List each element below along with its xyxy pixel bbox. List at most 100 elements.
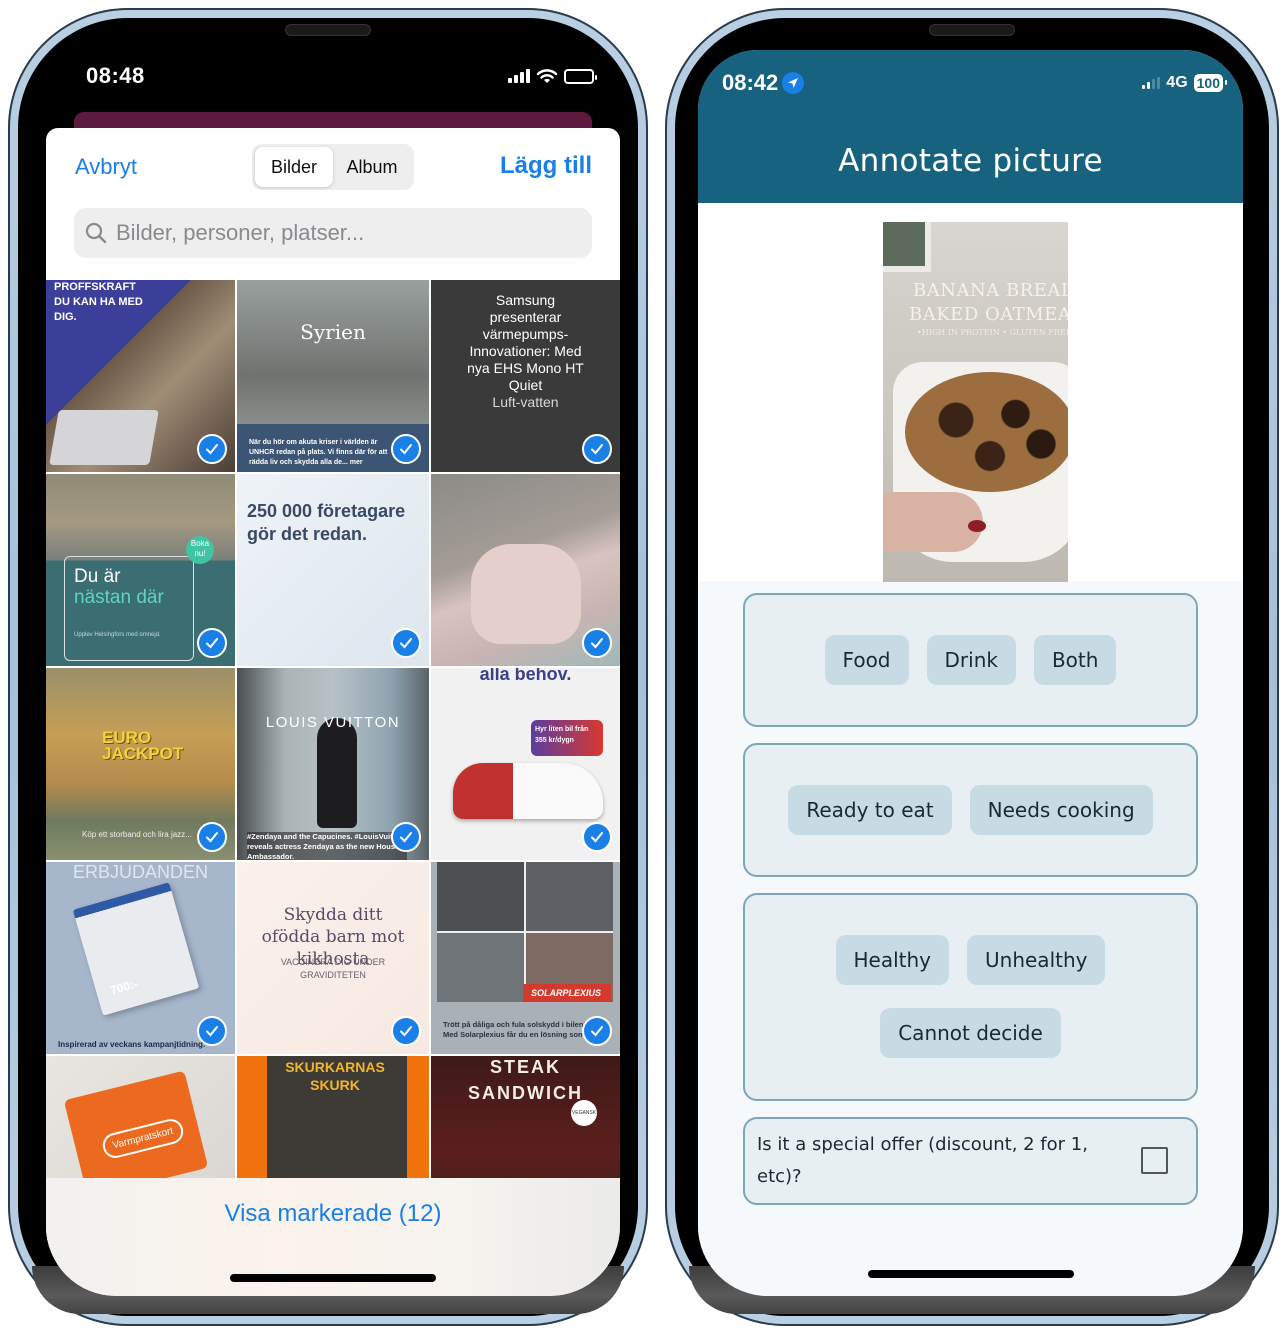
photo-caption: alla behov. (479, 668, 572, 684)
question-card-special-offer: Is it a special offer (discount, 2 for 1… (743, 1117, 1198, 1205)
segmented-control: Bilder Album (252, 144, 414, 190)
photo-tile[interactable]: ERBJUDANDEN 700:- Inspirerad av veckans … (46, 862, 235, 1054)
battery-icon: 100 (1193, 74, 1228, 92)
left-phone-frame: 08:48 Avbryt Bilder Album Lägg till Bild… (8, 8, 648, 1326)
photo-badge: Boka nu! (186, 536, 214, 564)
annotation-questions: Food Drink Both Ready to eat Needs cooki… (743, 593, 1198, 1296)
photo-caption: ERBJUDANDEN (72, 862, 209, 882)
selected-checkmark-icon[interactable] (197, 1016, 227, 1046)
photo-subcaption: #Zendaya and the Capucines. #LouisVuitto… (247, 832, 407, 860)
photo-caption: Syrien (300, 320, 366, 344)
tab-albums[interactable]: Album (333, 147, 411, 187)
option-cannot-decide-button[interactable]: Cannot decide (880, 1008, 1061, 1058)
page-title: Annotate picture (838, 143, 1103, 179)
selected-checkmark-icon[interactable] (391, 1016, 421, 1046)
selected-checkmark-icon[interactable] (391, 822, 421, 852)
question-card-type: Food Drink Both (743, 593, 1198, 727)
photo-caption: STEAK SANDWICH (468, 1057, 583, 1103)
option-drink-button[interactable]: Drink (926, 635, 1016, 685)
app-header: 08:42 4G 100 Annotate picture (698, 50, 1243, 203)
photo-badge: VEGANSK (571, 1100, 597, 1126)
photo-subcaption: Hyr liten bil från 355 kr/dygn (531, 720, 603, 756)
selected-checkmark-icon[interactable] (391, 434, 421, 464)
annotate-screen: 08:42 4G 100 Annotate picture BANANA BRE… (698, 50, 1243, 1296)
photo-subcaption: VACCINERA DIG UNDER GRAVIDITETEN (280, 957, 386, 980)
photo-caption: EURO JACKPOT (102, 728, 184, 763)
search-field[interactable] (74, 208, 592, 258)
option-healthy-button[interactable]: Healthy (835, 935, 950, 985)
bottom-toolbar: Visa markerade (12) (46, 1178, 620, 1296)
question-card-health: Healthy Unhealthy Cannot decide (743, 893, 1198, 1101)
selected-checkmark-icon[interactable] (197, 822, 227, 852)
photo-picker-sheet: Avbryt Bilder Album Lägg till PROFFSKRAF… (46, 128, 620, 1296)
status-bar: 08:48 (86, 56, 597, 96)
cellular-signal-icon (508, 69, 530, 83)
special-offer-checkbox[interactable] (1141, 1147, 1168, 1174)
option-food-button[interactable]: Food (824, 635, 909, 685)
option-ready-to-eat-button[interactable]: Ready to eat (788, 785, 952, 835)
add-button[interactable]: Lägg till (500, 152, 592, 180)
speaker-grille (929, 24, 1015, 36)
photo-tile[interactable]: Skydda ditt ofödda barn mot kikhosta VAC… (237, 862, 429, 1054)
photo-caption: SOLARPLEXIUS (523, 984, 611, 1002)
option-both-button[interactable]: Both (1033, 635, 1117, 685)
photo-picker-screen: 08:48 Avbryt Bilder Album Lägg till Bild… (46, 38, 620, 1296)
photo-caption: PROFFSKRAFT DU KAN HA MED DIG. (54, 281, 143, 323)
status-bar: 08:42 4G 100 (722, 70, 1228, 96)
special-offer-label: Is it a special offer (discount, 2 for 1… (757, 1134, 1088, 1187)
selected-checkmark-icon[interactable] (391, 628, 421, 658)
location-arrow-icon (782, 72, 805, 94)
photo-tile[interactable]: PROFFSKRAFT DU KAN HA MED DIG. (46, 280, 235, 472)
network-type: 4G (1166, 74, 1188, 91)
status-time: 08:48 (86, 63, 145, 88)
bottom-safe-area (698, 1216, 1243, 1296)
home-indicator (230, 1274, 436, 1282)
photo-tile[interactable]: Syrien När du hör om akuta kriser i värl… (237, 280, 429, 472)
show-selected-button[interactable]: Visa markerade (12) (46, 1200, 620, 1228)
photo-subcaption: Trött på dåliga och fula solskydd i bile… (443, 1020, 589, 1039)
option-unhealthy-button[interactable]: Unhealthy (967, 935, 1106, 985)
photo-tile[interactable]: EURO JACKPOT Köp ett storband och lira j… (46, 668, 235, 860)
question-card-preparation: Ready to eat Needs cooking (743, 743, 1198, 877)
tab-photos[interactable]: Bilder (255, 147, 333, 187)
battery-icon (564, 68, 597, 84)
selected-checkmark-icon[interactable] (582, 822, 612, 852)
food-image: BANANA BREAD BAKED OATMEAL •HIGH IN PROT… (883, 222, 1068, 582)
wifi-icon (536, 69, 558, 83)
selected-checkmark-icon[interactable] (582, 1016, 612, 1046)
photo-tile[interactable]: Boka nu! Du är nästan där Upplev Helsing… (46, 474, 235, 666)
selected-checkmark-icon[interactable] (197, 628, 227, 658)
photo-caption: LOUIS VUITTON (265, 714, 401, 731)
photo-tile[interactable] (431, 474, 620, 666)
status-time: 08:42 (722, 70, 779, 95)
speaker-grille (285, 24, 371, 36)
image-caption-line1: BANANA BREAD (913, 280, 1068, 301)
home-indicator (867, 1270, 1074, 1278)
cancel-button[interactable]: Avbryt (75, 154, 137, 180)
image-caption-line3: •HIGH IN PROTEIN • GLUTEN FREE (917, 328, 1068, 337)
photo-subcaption: När du hör om akuta kriser i världen är … (249, 439, 388, 466)
photo-caption: 250 000 företagare gör det redan. (247, 501, 406, 544)
cellular-signal-icon (1142, 77, 1161, 89)
photo-tile[interactable]: LOUIS VUITTON #Zendaya and the Capucines… (237, 668, 429, 860)
selected-checkmark-icon[interactable] (582, 434, 612, 464)
photo-footer: Upplev Helsingfors med omnejd. (74, 632, 161, 638)
photo-tile[interactable]: Samsung presenterar värmepumps-Innovatio… (431, 280, 620, 472)
image-preview-area: BANANA BREAD BAKED OATMEAL •HIGH IN PROT… (698, 203, 1243, 582)
photo-subcaption: Köp ett storband och lira jazz... (82, 830, 192, 839)
image-caption-line2: BAKED OATMEAL (909, 304, 1068, 325)
photo-caption: SKURKARNAS SKURK (285, 1059, 385, 1093)
selected-checkmark-icon[interactable] (197, 434, 227, 464)
photo-caption: Samsung presenterar värmepumps-Innovatio… (467, 292, 584, 393)
photo-grid: PROFFSKRAFT DU KAN HA MED DIG. Syrien Nä… (46, 280, 620, 1248)
photo-subcaption: nästan där (74, 587, 164, 608)
photo-subcaption: Inspirerad av veckans kampanjtidning. (58, 1040, 206, 1049)
photo-subcaption: Luft-vatten (492, 394, 559, 410)
search-icon (85, 222, 107, 244)
selected-checkmark-icon[interactable] (582, 628, 612, 658)
option-needs-cooking-button[interactable]: Needs cooking (969, 785, 1153, 835)
photo-tile[interactable]: alla behov. Hyr liten bil från 355 kr/dy… (431, 668, 620, 860)
photo-tile[interactable]: SOLARPLEXIUS Trött på dåliga och fula so… (431, 862, 620, 1054)
photo-tile[interactable]: 250 000 företagare gör det redan. (237, 474, 429, 666)
search-input[interactable] (116, 220, 536, 246)
